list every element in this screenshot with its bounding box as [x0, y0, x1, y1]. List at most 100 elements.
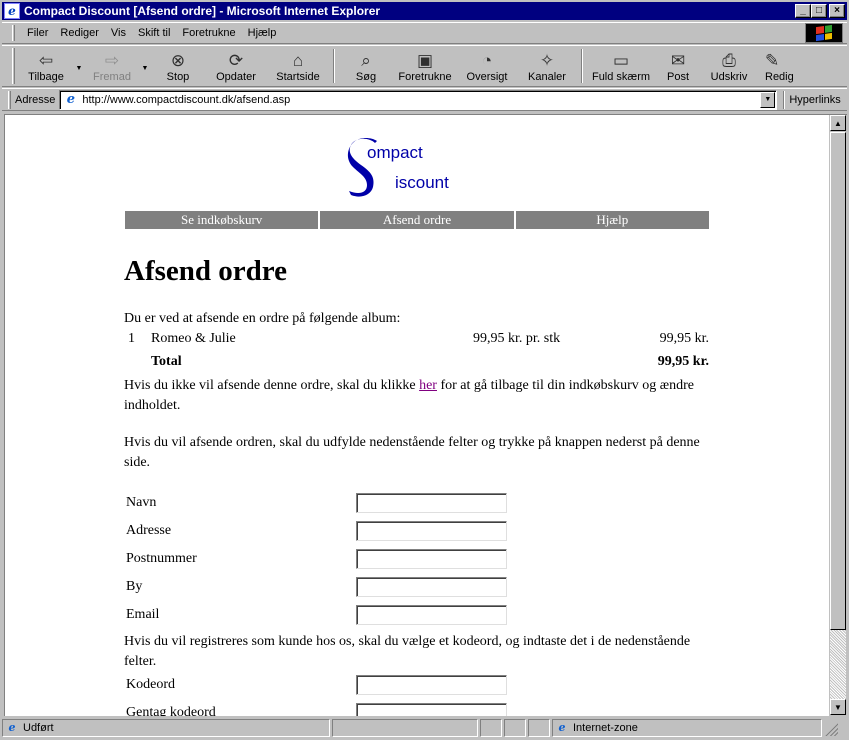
edit-label: Redig [765, 71, 794, 83]
standard-toolbar: ⇦ Tilbage ▼ ⇨ Fremad ▼ ⊗ Stop ⟳ Opdater … [2, 45, 847, 87]
toolbar-separator [333, 49, 335, 83]
security-zone-panel: e Internet-zone [552, 718, 822, 737]
forward-arrow-icon: ⇨ [104, 50, 120, 70]
history-icon: ◔ [481, 50, 493, 70]
menu-favorites[interactable]: Foretrukne [176, 27, 241, 39]
search-button[interactable]: ⌕ Søg [339, 46, 393, 86]
channels-button[interactable]: ✧ Kanaler [517, 46, 577, 86]
home-icon: ⌂ [292, 50, 304, 70]
stop-button[interactable]: ⊗ Stop [151, 46, 205, 86]
password-field[interactable] [356, 675, 507, 695]
name-field[interactable] [356, 493, 507, 513]
addressbar-grip[interactable] [8, 90, 11, 109]
nav-send-order[interactable]: Afsend ordre [320, 211, 514, 229]
repeat-password-label: Gentag kodeord [126, 705, 216, 716]
back-to-cart-link[interactable]: her [419, 378, 437, 393]
forward-button[interactable]: ⇨ Fremad [85, 46, 139, 86]
print-button[interactable]: ⎙ Udskriv [701, 46, 757, 86]
address-url[interactable]: http://www.compactdiscount.dk/afsend.asp [82, 94, 290, 106]
history-button[interactable]: ◔ Oversigt [457, 46, 517, 86]
status-bar: e Udført e Internet-zone [2, 717, 847, 738]
postal-field[interactable] [356, 549, 507, 569]
internet-zone-icon: e [558, 721, 566, 734]
title-bar[interactable]: e Compact Discount [Afsend ordre] - Micr… [2, 2, 847, 20]
page-title: Afsend ordre [124, 255, 287, 287]
site-logo[interactable]: ompact iscount [345, 135, 475, 205]
maximize-button[interactable]: □ [811, 4, 827, 18]
resize-grip[interactable] [824, 722, 838, 736]
order-unit-price: 99,95 kr. pr. stk [473, 331, 561, 346]
menu-help[interactable]: Hjælp [242, 27, 283, 39]
order-row: 1 Romeo & Julie 99,95 kr. pr. stk 99,95 … [124, 331, 709, 351]
back-button[interactable]: ⇦ Tilbage [19, 46, 73, 86]
order-total-label: Total [151, 354, 182, 369]
scroll-down-button[interactable]: ▼ [830, 699, 846, 715]
scroll-thumb[interactable] [830, 132, 846, 630]
search-icon: ⌕ [361, 50, 371, 70]
ie-app-icon[interactable]: e [4, 3, 20, 19]
print-icon: ⎙ [722, 50, 736, 70]
links-button[interactable]: Hyperlinks [789, 94, 840, 106]
cancel-text: Hvis du ikke vil afsende denne ordre, sk… [124, 376, 714, 416]
status-panel-small [504, 718, 526, 737]
refresh-button[interactable]: ⟳ Opdater [205, 46, 267, 86]
zone-text: Internet-zone [573, 721, 638, 734]
password-label: Kodeord [126, 677, 175, 692]
channels-icon: ✧ [539, 50, 555, 70]
menu-go[interactable]: Skift til [132, 27, 176, 39]
close-button[interactable]: × [829, 4, 845, 18]
nav-help[interactable]: Hjælp [515, 211, 709, 229]
status-progress-panel [332, 718, 478, 737]
nav-view-cart[interactable]: Se indkøbskurv [125, 211, 319, 229]
menu-file[interactable]: Filer [21, 27, 54, 39]
toolbar-separator [581, 49, 583, 83]
favorites-button[interactable]: ▣ Foretrukne [393, 46, 457, 86]
mail-button[interactable]: ✉ Post [655, 46, 701, 86]
toolbar-grip[interactable] [12, 48, 15, 84]
repeat-password-field[interactable] [356, 703, 507, 716]
menu-view[interactable]: Vis [105, 27, 132, 39]
web-page: ompact iscount Se indkøbskurv Afsend ord… [5, 115, 828, 716]
windows-logo-icon [805, 23, 843, 43]
stop-label: Stop [166, 71, 190, 83]
stop-icon: ⊗ [170, 50, 186, 70]
print-label: Udskriv [710, 71, 748, 83]
content-viewport: ompact iscount Se indkøbskurv Afsend ord… [4, 114, 847, 716]
scroll-up-button[interactable]: ▲ [830, 115, 846, 131]
menubar-grip[interactable] [12, 25, 15, 41]
page-icon: e [66, 92, 75, 107]
minimize-button[interactable]: _ [795, 4, 811, 18]
email-field[interactable] [356, 605, 507, 625]
fill-instructions: Hvis du vil afsende ordren, skal du udfy… [124, 435, 700, 470]
address-dropdown-button[interactable]: ▼ [760, 91, 776, 108]
menu-edit[interactable]: Rediger [54, 27, 105, 39]
order-line-total: 99,95 kr. [659, 331, 709, 346]
back-label: Tilbage [28, 71, 64, 83]
favorites-label: Foretrukne [398, 71, 452, 83]
address-field-label: Adresse [126, 523, 172, 538]
browser-window: e Compact Discount [Afsend ordre] - Micr… [0, 0, 849, 740]
vertical-scrollbar[interactable]: ▲ ▼ [829, 115, 847, 716]
address-field[interactable] [356, 521, 507, 541]
page-done-icon: e [8, 721, 16, 734]
forward-dropdown[interactable]: ▼ [139, 46, 151, 86]
back-dropdown[interactable]: ▼ [73, 46, 85, 86]
search-label: Søg [355, 71, 377, 83]
order-qty: 1 [128, 331, 135, 346]
mail-icon: ✉ [670, 50, 686, 70]
address-input[interactable]: e http://www.compactdiscount.dk/afsend.a… [59, 89, 778, 110]
order-album: Romeo & Julie [151, 331, 236, 346]
refresh-icon: ⟳ [228, 50, 244, 70]
edit-button[interactable]: ✎ Redig [757, 46, 797, 86]
city-label: By [126, 579, 143, 594]
fullscreen-icon: ▭ [612, 50, 630, 70]
register-instructions: Hvis du vil registreres som kunde hos os… [124, 634, 691, 669]
channels-label: Kanaler [528, 71, 566, 83]
order-total-row: Total 99,95 kr. [124, 354, 709, 374]
window-title: Compact Discount [Afsend ordre] - Micros… [24, 4, 381, 18]
fullscreen-button[interactable]: ▭ Fuld skærm [587, 46, 655, 86]
favorites-folder-icon: ▣ [416, 50, 434, 70]
home-button[interactable]: ⌂ Startside [267, 46, 329, 86]
city-field[interactable] [356, 577, 507, 597]
cancel-text-before: Hvis du ikke vil afsende denne ordre, sk… [124, 378, 420, 393]
